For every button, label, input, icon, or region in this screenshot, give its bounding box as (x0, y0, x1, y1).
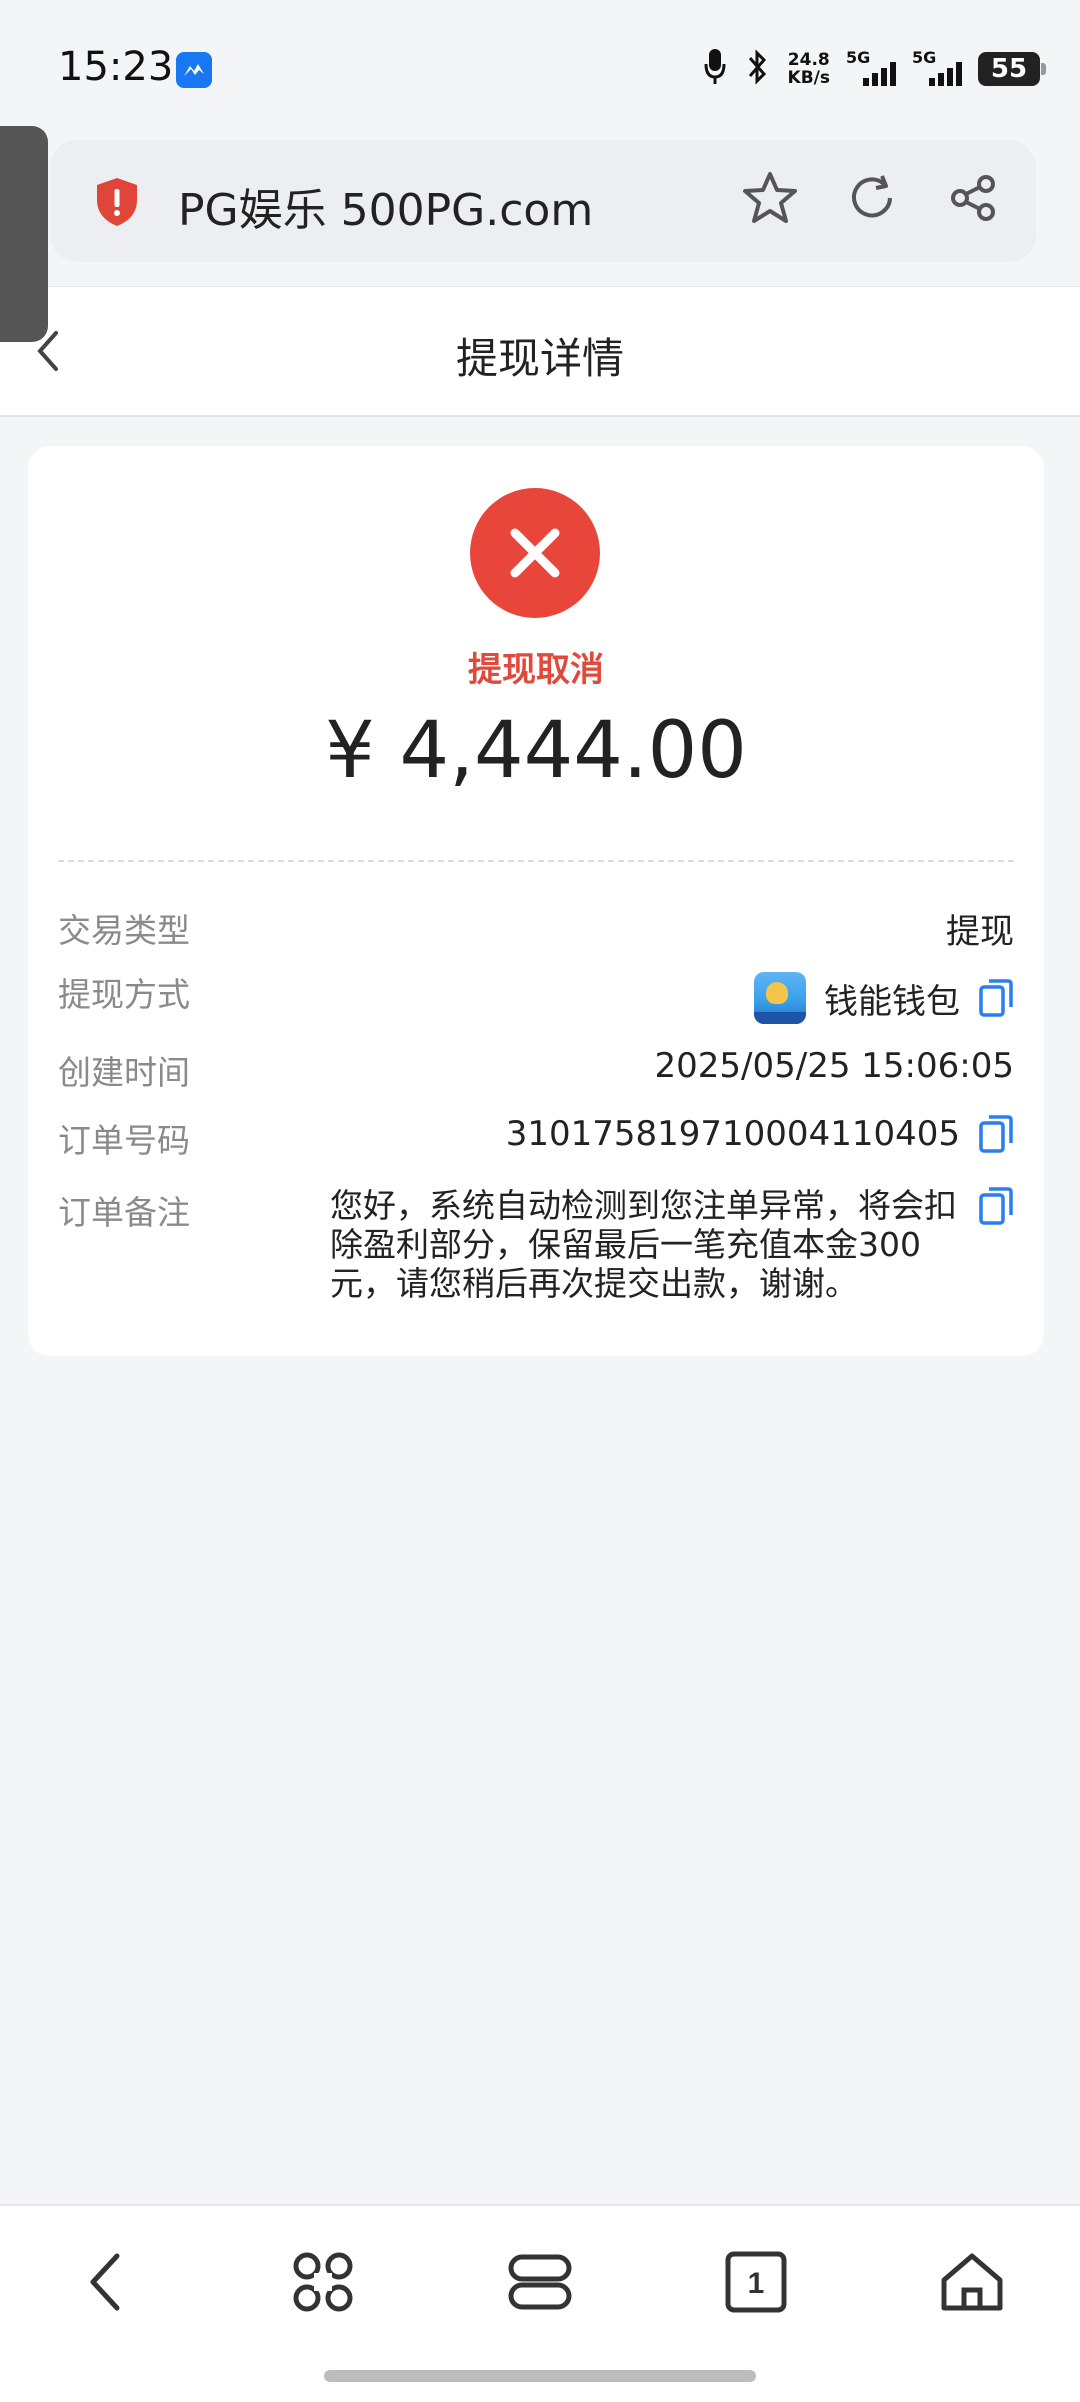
withdraw-detail-card: 提现取消 ¥ 4,444.00 交易类型 提现 提现方式 钱能钱包 创建时间 2… (28, 446, 1044, 1356)
address-bar[interactable]: PG娱乐 500PG.com (50, 140, 1036, 262)
tab-count-icon[interactable]: 1 (716, 2242, 796, 2322)
status-text: 提现取消 (468, 650, 604, 690)
battery-icon: 55 (978, 52, 1046, 86)
withdraw-method-label: 提现方式 (58, 975, 190, 1014)
browser-bottom-nav: 1 (0, 2204, 1080, 2402)
messenger-icon (176, 52, 212, 88)
signal-icon: 5G (912, 48, 962, 90)
copy-icon[interactable] (978, 978, 1014, 1018)
tab-count-value: 1 (748, 2267, 765, 2300)
order-remark-value: 您好，系统自动检测到您注单异常，将会扣除盈利部分，保留最后一笔充值本金300元，… (330, 1186, 957, 1303)
home-icon[interactable] (932, 2242, 1012, 2322)
share-icon[interactable] (942, 166, 1006, 230)
divider (58, 860, 1014, 862)
network-speed-unit: KB/s (787, 68, 830, 88)
copy-icon[interactable] (978, 1186, 1014, 1226)
copy-icon[interactable] (978, 1114, 1014, 1154)
status-time: 15:23 (58, 44, 174, 90)
shield-warning-icon[interactable] (94, 176, 140, 232)
bluetooth-icon (742, 47, 772, 91)
home-indicator[interactable] (324, 2370, 756, 2382)
signal-icon: 5G (846, 48, 896, 90)
wallet-logo-icon (754, 972, 806, 1024)
url-text[interactable]: PG娱乐 500PG.com (178, 174, 593, 238)
page-title: 提现详情 (455, 334, 624, 383)
transaction-type-row: 交易类型 提现 (58, 904, 1014, 954)
cancel-status-icon (470, 488, 600, 618)
page-header: 提现详情 (0, 286, 1080, 417)
microphone-icon (704, 48, 726, 90)
tabs-overview-icon[interactable] (500, 2242, 580, 2322)
menu-icon[interactable] (283, 2242, 363, 2322)
order-remark-row: 订单备注 您好，系统自动检测到您注单异常，将会扣除盈利部分，保留最后一笔充值本金… (58, 1186, 1014, 1316)
back-icon[interactable] (66, 2242, 146, 2322)
network-speed-value: 24.8 (787, 50, 830, 70)
created-time-value: 2025/05/25 15:06:05 (654, 1046, 1014, 1086)
transaction-type-value: 提现 (946, 912, 1014, 952)
withdraw-amount: ¥ 4,444.00 (325, 706, 747, 796)
side-panel-handle[interactable] (0, 126, 48, 342)
withdraw-method-row: 提现方式 钱能钱包 (58, 968, 1014, 1028)
order-number-label: 订单号码 (58, 1121, 190, 1160)
star-icon[interactable] (738, 166, 802, 230)
created-time-label: 创建时间 (58, 1053, 190, 1092)
order-number-value: 310175819710004110405 (505, 1114, 960, 1154)
order-remark-label: 订单备注 (58, 1193, 190, 1232)
refresh-icon[interactable] (840, 166, 904, 230)
withdraw-method-value: 钱能钱包 (824, 981, 960, 1022)
created-time-row: 创建时间 2025/05/25 15:06:05 (58, 1046, 1014, 1096)
status-bar: 15:23 24.8 KB/s 5G 5G 55 (0, 0, 1080, 130)
order-number-row: 订单号码 310175819710004110405 (58, 1114, 1014, 1164)
network-speed: 24.8 KB/s (788, 51, 830, 87)
transaction-type-label: 交易类型 (58, 911, 190, 950)
